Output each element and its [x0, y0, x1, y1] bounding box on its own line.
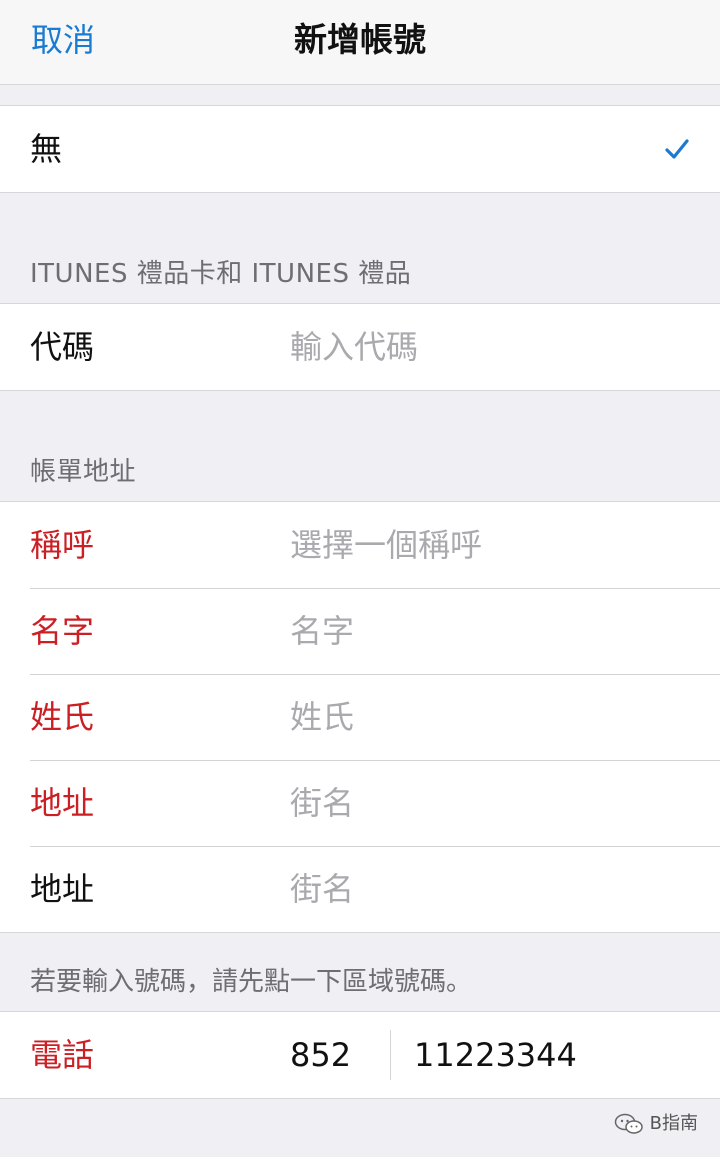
first-name-label: 名字	[30, 612, 95, 650]
payment-option-none[interactable]: 無	[0, 106, 720, 192]
first-name-input[interactable]: 名字	[290, 588, 354, 674]
page-title: 新增帳號	[294, 20, 426, 59]
first-name-row[interactable]: 名字 名字	[0, 588, 720, 674]
phone-number-input[interactable]: 11223344	[414, 1012, 577, 1098]
address-line2-input[interactable]: 街名	[290, 846, 354, 932]
itunes-code-group: 代碼 輸入代碼	[0, 303, 720, 391]
navigation-bar: 取消 新增帳號	[0, 0, 720, 85]
add-account-screen: 取消 新增帳號 無 ITUNES 禮品卡和 ITUNES 禮品 代碼 輸入代碼 …	[0, 0, 720, 1157]
last-name-label: 姓氏	[30, 698, 95, 736]
phone-label: 電話	[30, 1036, 95, 1074]
last-name-row[interactable]: 姓氏 姓氏	[0, 674, 720, 760]
code-row[interactable]: 代碼 輸入代碼	[0, 304, 720, 390]
phone-area-code-button[interactable]: 852	[290, 1012, 351, 1098]
address-line1-input[interactable]: 街名	[290, 760, 354, 846]
watermark-text: B指南	[649, 1113, 698, 1134]
last-name-input[interactable]: 姓氏	[290, 674, 354, 760]
address-line2-row[interactable]: 地址 街名	[0, 846, 720, 932]
address-line1-label: 地址	[30, 784, 95, 822]
address-line1-row[interactable]: 地址 街名	[0, 760, 720, 846]
billing-address-group: 稱呼 選擇一個稱呼 名字 名字 姓氏 姓氏 地址 街名 地址 街名	[0, 501, 720, 933]
phone-divider	[390, 1030, 391, 1080]
wechat-icon	[614, 1113, 643, 1134]
phone-hint: 若要輸入號碼，請先點一下區域號碼。	[30, 967, 473, 997]
address-line2-label: 地址	[30, 870, 95, 908]
salutation-picker[interactable]: 選擇一個稱呼	[290, 502, 482, 588]
phone-group: 電話 852 11223344	[0, 1011, 720, 1099]
billing-section-header: 帳單地址	[30, 457, 137, 487]
code-input[interactable]: 輸入代碼	[290, 304, 418, 390]
code-label: 代碼	[30, 328, 95, 366]
watermark: B指南	[614, 1110, 698, 1138]
checkmark-icon	[665, 139, 689, 159]
itunes-section-header: ITUNES 禮品卡和 ITUNES 禮品	[30, 259, 412, 289]
salutation-label: 稱呼	[30, 526, 95, 564]
payment-method-group: 無	[0, 105, 720, 193]
salutation-row[interactable]: 稱呼 選擇一個稱呼	[0, 502, 720, 588]
phone-row: 電話 852 11223344	[0, 1012, 720, 1098]
payment-option-label: 無	[30, 130, 63, 168]
